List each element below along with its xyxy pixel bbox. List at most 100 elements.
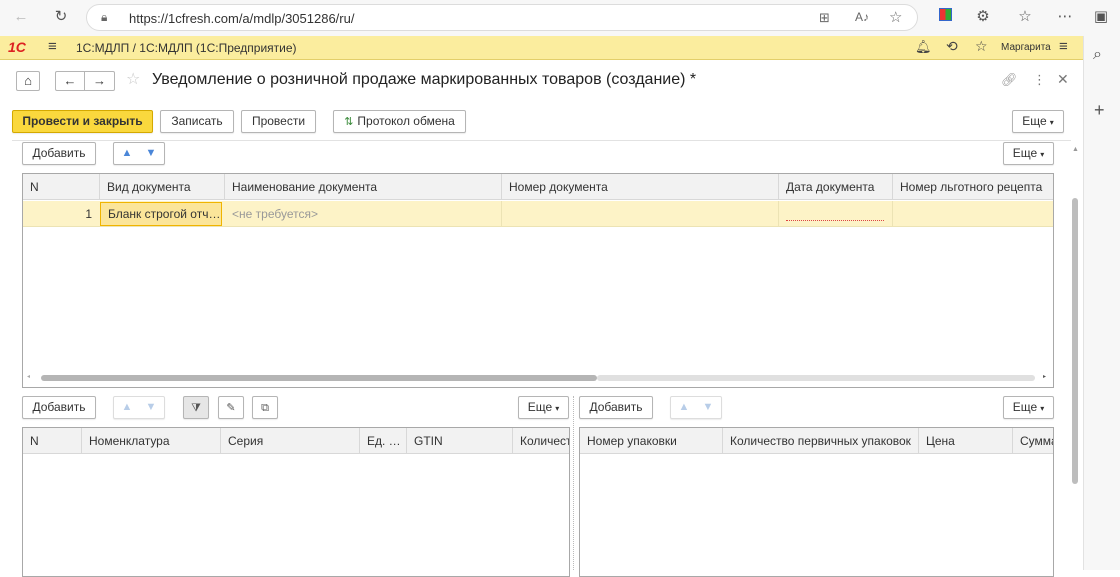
doc-date-cell[interactable]	[779, 201, 893, 227]
required-field-underline	[786, 220, 884, 221]
move-down-icon[interactable]: ▼	[140, 143, 162, 164]
sidebar-toggle-icon[interactable]: ▣	[1090, 6, 1112, 28]
reload-icon[interactable]: ↻	[50, 6, 72, 28]
favorites-icon[interactable]: ☆	[1014, 6, 1036, 28]
form-vertical-scrollbar[interactable]: ▲	[1071, 146, 1079, 564]
favorite-star-icon[interactable]: ☆	[889, 8, 902, 26]
add-icon[interactable]: +	[1094, 100, 1105, 121]
back-icon[interactable]: ←	[10, 6, 32, 28]
scroll-thumb[interactable]	[1072, 198, 1078, 484]
recipe-number-cell[interactable]	[893, 201, 1053, 227]
dropdown-caret-icon: ▾	[1040, 150, 1045, 159]
doc-name-cell[interactable]: <не требуется>	[225, 201, 502, 227]
extension-icon[interactable]	[934, 6, 956, 28]
copy-button[interactable]: ⧉	[252, 396, 278, 419]
goods-add-button[interactable]: Добавить	[22, 396, 96, 419]
h-scroll-thumb[interactable]	[41, 375, 597, 381]
documents-horizontal-scrollbar[interactable]: ◂ ▸	[27, 373, 1051, 383]
column-gtin[interactable]: GTIN	[407, 428, 513, 454]
puzzle-icon[interactable]: ⚙	[972, 6, 994, 28]
search-icon[interactable]: ⌕	[1093, 46, 1102, 64]
filter-button[interactable]: ⧩	[183, 396, 209, 419]
h-scroll-track	[597, 375, 1035, 381]
move-down-icon[interactable]: ▼	[697, 397, 719, 418]
more-button[interactable]: Еще ▾	[1012, 110, 1064, 133]
documents-table: N Вид документа Наименование документа Н…	[22, 173, 1054, 388]
scroll-right-icon[interactable]: ▸	[1043, 373, 1046, 380]
column-recipe-number[interactable]: Номер льготного рецепта	[893, 174, 1053, 200]
column-n[interactable]: N	[23, 428, 82, 454]
column-unit[interactable]: Ед. …	[360, 428, 407, 454]
column-doc-date[interactable]: Дата документа	[779, 174, 893, 200]
close-icon[interactable]: ✕	[1057, 71, 1069, 88]
row-number: 1	[85, 207, 92, 221]
documents-table-header: N Вид документа Наименование документа Н…	[23, 174, 1053, 200]
address-bar[interactable]: 🔒︎ https://1cfresh.com/a/mdlp/3051286/ru…	[86, 4, 918, 31]
settings-menu-icon[interactable]: ≡	[1059, 38, 1068, 55]
doc-number-cell[interactable]	[502, 201, 779, 227]
app-available-icon[interactable]: ⊞	[819, 10, 830, 26]
menu-icon[interactable]: ≡	[48, 38, 57, 55]
packs-more-label: Еще	[1012, 400, 1038, 414]
column-n[interactable]: N	[23, 174, 100, 200]
column-primary-pack-qty[interactable]: Количество первичных упаковок	[723, 428, 919, 454]
link-icon[interactable]: 🔗︎	[1001, 72, 1018, 88]
panel-splitter[interactable]	[573, 396, 575, 570]
move-up-icon[interactable]: ▲	[116, 397, 138, 418]
more-menu-icon[interactable]: ⋯	[1054, 6, 1076, 28]
browser-toolbar: ← ↻ 🔒︎ https://1cfresh.com/a/mdlp/305128…	[0, 0, 1120, 36]
column-quantity[interactable]: Количест	[513, 428, 569, 454]
more-label: Еще	[1022, 114, 1047, 128]
column-price[interactable]: Цена	[919, 428, 1013, 454]
column-series[interactable]: Серия	[221, 428, 360, 454]
packs-more-button[interactable]: Еще ▾	[1003, 396, 1054, 419]
scanner-button[interactable]: ✎	[218, 396, 244, 419]
column-doc-type[interactable]: Вид документа	[100, 174, 225, 200]
read-aloud-icon[interactable]: A♪	[855, 10, 869, 24]
app-title: 1С:МДЛП / 1С:МДЛП (1С:Предприятие)	[76, 41, 297, 55]
favorite-star-icon[interactable]: ☆	[126, 69, 140, 89]
docs-add-button[interactable]: Добавить	[22, 142, 96, 165]
goods-more-label: Еще	[527, 400, 553, 414]
history-icon[interactable]: ⟲	[946, 38, 958, 55]
column-doc-number[interactable]: Номер документа	[502, 174, 779, 200]
post-and-close-button[interactable]: Провести и закрыть	[12, 110, 153, 133]
form-title: Уведомление о розничной продаже маркиров…	[152, 71, 697, 88]
form-menu-icon[interactable]: ⋮	[1033, 72, 1046, 88]
home-button[interactable]: ⌂	[16, 71, 40, 91]
move-up-icon[interactable]: ▲	[116, 143, 138, 164]
column-doc-name[interactable]: Наименование документа	[225, 174, 502, 200]
scroll-left-icon[interactable]: ◂	[27, 373, 30, 380]
packs-table-header: Номер упаковки Количество первичных упак…	[580, 428, 1053, 454]
goods-more-button[interactable]: Еще ▾	[518, 396, 569, 419]
move-up-icon[interactable]: ▲	[673, 397, 695, 418]
column-sum[interactable]: Сумма	[1013, 428, 1053, 454]
save-button[interactable]: Записать	[160, 110, 234, 133]
document-form: ⌂ ← → ☆ Уведомление о розничной продаже …	[0, 60, 1083, 577]
forward-button[interactable]: →	[85, 71, 115, 91]
notification-bell-icon[interactable]: 🔔︎	[915, 39, 932, 55]
goods-table: N Номенклатура Серия Ед. … GTIN Количест	[22, 427, 570, 577]
column-nomenclature[interactable]: Номенклатура	[82, 428, 221, 454]
1c-logo: 1С	[8, 39, 26, 55]
dropdown-caret-icon: ▾	[555, 404, 560, 413]
move-down-icon[interactable]: ▼	[140, 397, 162, 418]
doc-type-cell[interactable]: Бланк строгой отч…	[100, 202, 222, 226]
goods-move-buttons: ▲ ▼	[113, 396, 165, 419]
exchange-log-button[interactable]: ⇅ Протокол обмена	[333, 110, 466, 133]
docs-more-button[interactable]: Еще ▾	[1003, 142, 1054, 165]
dropdown-caret-icon: ▾	[1040, 404, 1045, 413]
column-pack-number[interactable]: Номер упаковки	[580, 428, 723, 454]
favorites-star-icon[interactable]: ☆	[975, 38, 988, 55]
back-button[interactable]: ←	[55, 71, 85, 91]
table-row[interactable]: 1 Бланк строгой отч… <не требуется>	[23, 201, 1053, 227]
browser-sidebar: ⌕ +	[1083, 36, 1120, 570]
packs-table: Номер упаковки Количество первичных упак…	[579, 427, 1054, 577]
copy-icon: ⧉	[261, 402, 269, 414]
user-name[interactable]: Маргарита	[1001, 42, 1051, 53]
filter-icon: ⧩	[191, 402, 201, 414]
scroll-up-icon[interactable]: ▲	[1072, 146, 1079, 153]
post-button[interactable]: Провести	[241, 110, 316, 133]
exchange-log-label: Протокол обмена	[357, 114, 455, 128]
packs-add-button[interactable]: Добавить	[579, 396, 653, 419]
